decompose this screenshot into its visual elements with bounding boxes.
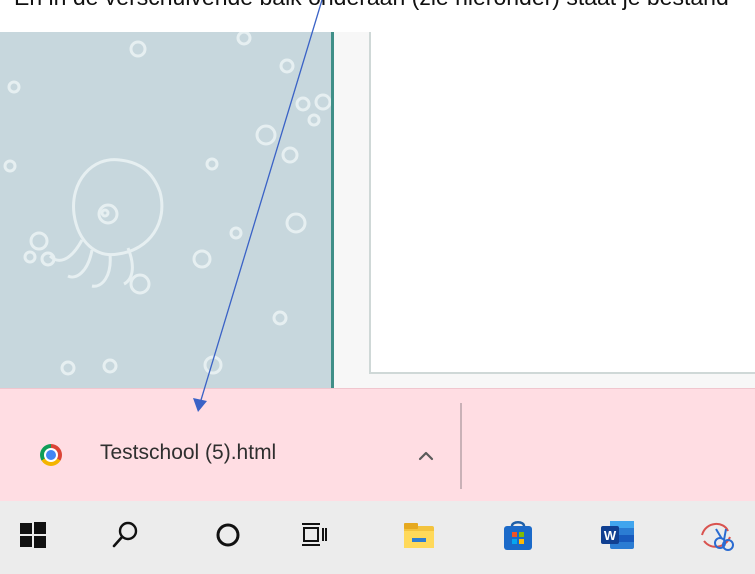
windows-icon[interactable] [11, 513, 55, 557]
octopus-doodle [48, 158, 164, 288]
taskbar: W [0, 501, 755, 574]
circle-icon[interactable] [206, 513, 250, 557]
task-view-icon[interactable] [292, 513, 336, 557]
chevron-up-icon[interactable] [415, 445, 437, 467]
svg-text:W: W [604, 528, 617, 543]
page-card [369, 32, 755, 374]
store-icon[interactable] [496, 513, 540, 557]
word-icon[interactable]: W [596, 513, 640, 557]
download-bar: Testschool (5).html [0, 388, 755, 502]
download-item[interactable]: Testschool (5).html [12, 405, 456, 485]
chrome-icon [40, 444, 62, 466]
bubble-pattern [3, 32, 332, 376]
folder-icon[interactable] [397, 513, 441, 557]
caption-text: En in de verschuivende balk onderaan (zi… [14, 0, 729, 11]
search-icon[interactable] [103, 513, 147, 557]
download-bar-separator [460, 403, 462, 489]
download-file-name: Testschool (5).html [100, 441, 277, 464]
left-decorative-panel [0, 32, 334, 388]
scissors-icon[interactable] [694, 513, 738, 557]
caption-strip: En in de verschuivende balk onderaan (zi… [0, 0, 755, 32]
